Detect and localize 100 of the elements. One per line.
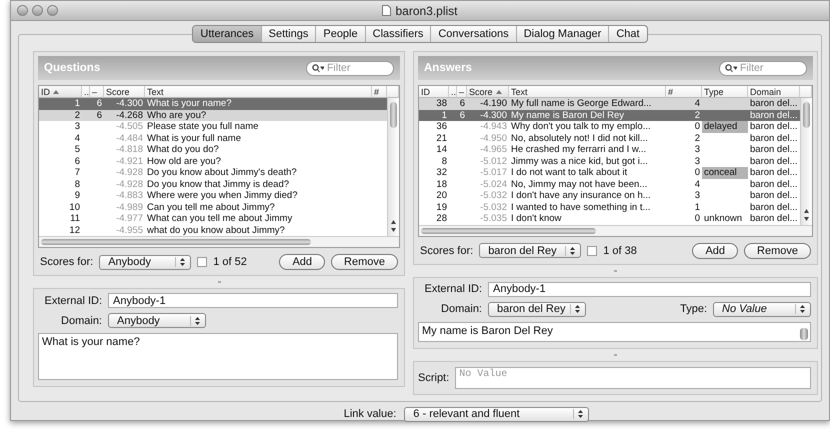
action-button[interactable]: Remove bbox=[331, 254, 398, 270]
column-header[interactable]: – bbox=[90, 86, 104, 98]
sort-arrow-icon bbox=[496, 90, 502, 94]
table-row[interactable]: 1 6 -4.300 What is your name? bbox=[39, 98, 387, 110]
table-cell-text: 7 bbox=[74, 167, 81, 178]
table-cell-text: -4.268 bbox=[115, 110, 144, 121]
column-header[interactable]: ID bbox=[39, 86, 82, 98]
table-row[interactable]: 7 -4.928 Do you know about Jimmy's death? bbox=[39, 167, 387, 178]
table[interactable] bbox=[418, 85, 813, 236]
minimize-button[interactable] bbox=[32, 5, 43, 16]
external-id-field[interactable]: Anybody-1 bbox=[488, 282, 811, 296]
checkbox[interactable] bbox=[197, 257, 208, 267]
table-row[interactable]: 36 -4.943 Why don't you talk to my emplo... 0 delayed baron del... bbox=[419, 121, 800, 132]
table-row[interactable]: 2 6 -4.268 Who are you? bbox=[39, 110, 387, 121]
table-cell-text: 4 bbox=[694, 98, 701, 110]
table-row[interactable]: 21 -4.950 No, absolutely not! I did not kill... 2 baron del... bbox=[419, 132, 800, 144]
scroll-thumb[interactable] bbox=[803, 102, 810, 128]
column-header[interactable]: # bbox=[372, 86, 387, 98]
table-row[interactable]: 4 -4.484 What is your full name bbox=[39, 132, 387, 144]
scroll-thumb[interactable] bbox=[41, 239, 311, 245]
scores-for-popup[interactable]: Anybody bbox=[99, 254, 192, 270]
table-cell-text: -4.955 bbox=[115, 224, 144, 236]
link-value-popup[interactable]: 6 - relevant and fluent bbox=[404, 406, 590, 422]
table-cell-text: How old are you? bbox=[146, 156, 222, 167]
checkbox[interactable] bbox=[587, 246, 598, 256]
horizontal-scrollbar[interactable] bbox=[39, 236, 399, 247]
table-row[interactable]: 3 -4.505 Please state you full name bbox=[39, 121, 387, 132]
count-label: 1 of 38 bbox=[603, 244, 637, 256]
table-cell-text: -4.989 bbox=[115, 202, 144, 213]
link-value: 6 bbox=[460, 98, 465, 109]
external-id-field[interactable]: Anybody-1 bbox=[108, 293, 398, 308]
table-row[interactable]: 12 -4.955 what do you know about Jimmy? bbox=[39, 224, 387, 236]
tab[interactable]: Utterances bbox=[193, 26, 262, 42]
action-button[interactable]: Add bbox=[692, 242, 738, 258]
table-row[interactable]: 10 -4.989 Can you tell me about Jimmy? bbox=[39, 202, 387, 213]
tab[interactable]: Classifiers bbox=[366, 26, 432, 42]
table-row[interactable]: 11 -4.977 What can you tell me about Jimmy bbox=[39, 213, 387, 224]
table-cell-text: 2 bbox=[694, 132, 701, 144]
table-row[interactable]: 6 -4.921 How old are you? bbox=[39, 156, 387, 167]
type-cell-text: unknown bbox=[703, 213, 744, 224]
table-cell-text: baron del... bbox=[749, 121, 799, 132]
scroll-thumb[interactable] bbox=[390, 102, 397, 128]
column-header[interactable]: .. bbox=[82, 86, 90, 98]
tab[interactable]: Chat bbox=[609, 26, 647, 42]
action-button[interactable]: Remove bbox=[744, 242, 811, 258]
text-area[interactable]: What is your name? bbox=[38, 333, 398, 380]
column-header[interactable]: Score bbox=[104, 86, 145, 98]
close-button[interactable] bbox=[17, 5, 28, 16]
table-row[interactable]: 32 -5.017 I do not want to talk about it 0 conceal baron del... bbox=[419, 167, 800, 178]
table-cell-text: Jimmy was a nice kid, but got i... bbox=[510, 156, 649, 167]
scroll-thumb[interactable] bbox=[800, 328, 808, 340]
table-row[interactable]: 8 -4.928 Do you know that Jimmy is dead? bbox=[39, 178, 387, 190]
table-row[interactable]: 28 -5.035 I don't know 0 unknown baron del... bbox=[419, 213, 800, 224]
table-row[interactable]: 19 -5.032 I wanted to have something in t... 1 baron del... bbox=[419, 202, 800, 213]
table-cell-text: 10 bbox=[68, 202, 81, 213]
splitter-handle[interactable] bbox=[614, 270, 617, 272]
table-cell-text: 3 bbox=[74, 121, 81, 132]
table-cell-text: -4.921 bbox=[115, 156, 144, 167]
column-header[interactable]: ID bbox=[419, 86, 449, 98]
table-cell-text: 12 bbox=[68, 224, 81, 236]
table-row[interactable]: 14 -4.965 He crashed my ferrarri and I w... 3 baron del... bbox=[419, 144, 800, 156]
tab[interactable]: Dialog Manager bbox=[516, 26, 610, 42]
vertical-scrollbar[interactable] bbox=[800, 98, 812, 224]
domain-popup[interactable]: Anybody bbox=[108, 313, 206, 328]
column-header[interactable]: Score bbox=[467, 86, 509, 98]
table-cell-text: 28 bbox=[435, 213, 448, 224]
column-header[interactable]: .. bbox=[449, 86, 457, 98]
domain-popup[interactable]: baron del Rey bbox=[488, 302, 586, 316]
tab[interactable]: People bbox=[316, 26, 366, 42]
table-row[interactable]: 1 6 -4.300 My name is Baron Del Rey 2 baron del... bbox=[419, 110, 800, 121]
column-header[interactable]: – bbox=[457, 86, 467, 98]
table-row[interactable]: 18 -5.024 No, Jimmy may not have been... 4 baron del... bbox=[419, 178, 800, 190]
column-header[interactable]: Domain bbox=[748, 86, 800, 98]
tab[interactable]: Settings bbox=[262, 26, 316, 42]
table[interactable] bbox=[38, 85, 400, 248]
type-popup[interactable]: No Value bbox=[713, 302, 811, 316]
text-area[interactable]: My name is Baron Del Rey bbox=[418, 322, 811, 342]
link-value: 6 bbox=[96, 110, 102, 120]
vertical-scrollbar[interactable] bbox=[387, 98, 399, 236]
up-down-arrows-icon bbox=[573, 409, 584, 419]
action-button[interactable]: Add bbox=[279, 254, 326, 270]
table-row[interactable]: 38 6 -4.190 My full name is George Edward... 4 baron del... bbox=[419, 98, 800, 110]
table-cell-text: No, absolutely not! I did not kill... bbox=[510, 132, 649, 144]
scroll-thumb[interactable] bbox=[421, 228, 596, 234]
column-header[interactable]: # bbox=[666, 86, 702, 98]
table-row[interactable]: 5 -4.818 What do you do? bbox=[39, 144, 387, 156]
column-header[interactable]: Type bbox=[702, 86, 748, 98]
table-row[interactable]: 8 -5.012 Jimmy was a nice kid, but got i... 3 baron del... bbox=[419, 156, 800, 167]
tab[interactable]: Conversations bbox=[431, 26, 517, 42]
scores-for-popup[interactable]: baron del Rey bbox=[479, 243, 582, 258]
splitter-handle[interactable] bbox=[614, 354, 617, 356]
link-value: 6 bbox=[460, 110, 465, 120]
table-row[interactable]: 9 -4.883 Where were you when Jimmy died? bbox=[39, 190, 387, 202]
column-header[interactable]: Text bbox=[509, 86, 666, 98]
zoom-button[interactable] bbox=[47, 5, 58, 16]
column-header[interactable]: Text bbox=[145, 86, 372, 98]
splitter-handle[interactable] bbox=[218, 281, 220, 283]
table-cell-text: 18 bbox=[435, 178, 448, 190]
table-row[interactable]: 20 -5.032 I don't have any insurance on h... 3 baron del... bbox=[419, 190, 800, 202]
horizontal-scrollbar[interactable] bbox=[419, 224, 812, 236]
